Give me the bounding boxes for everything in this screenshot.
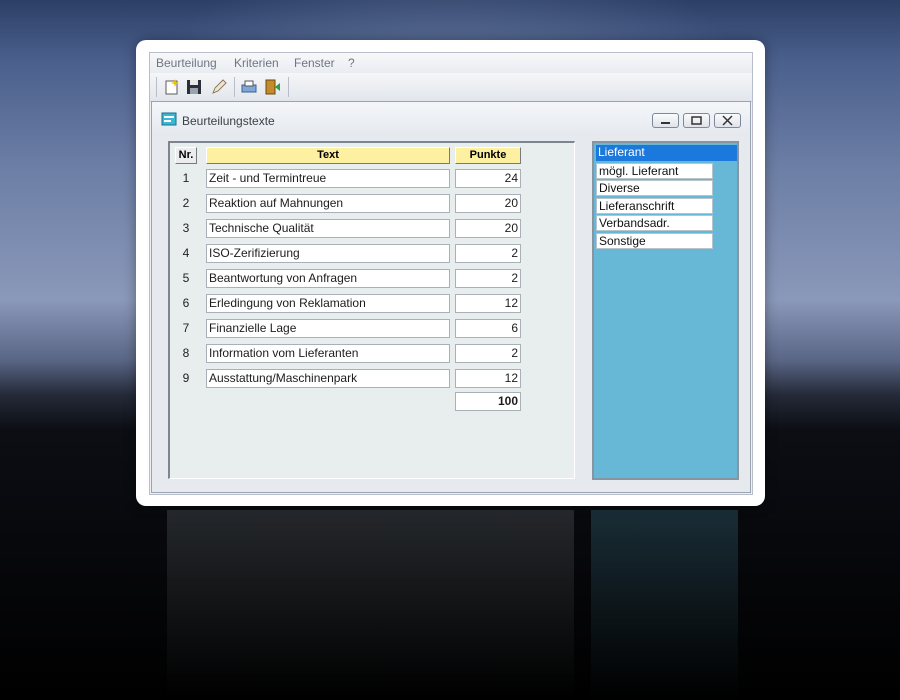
criterion-text-field[interactable]: Reaktion auf Mahnungen [206, 194, 450, 213]
criterion-points-field[interactable]: 2 [455, 244, 521, 263]
menu-bar: Beurteilung Kriterien Fenster ? [150, 53, 752, 73]
criterion-points-field[interactable]: 2 [455, 344, 521, 363]
category-item-moegl-lieferant[interactable]: mögl. Lieferant [596, 163, 713, 179]
criterion-points-field[interactable]: 20 [455, 219, 521, 238]
window-icon [161, 111, 177, 127]
criterion-points-field[interactable]: 6 [455, 319, 521, 338]
column-header-points[interactable]: Punkte [455, 147, 521, 164]
criterion-text-field[interactable]: Finanzielle Lage [206, 319, 450, 338]
window-reflection [151, 510, 751, 700]
window-titlebar[interactable]: Beurteilungstexte [152, 102, 750, 136]
category-item-lieferanschrift[interactable]: Lieferanschrift [596, 198, 713, 214]
column-header-text[interactable]: Text [206, 147, 450, 164]
category-item-verbandsadr[interactable]: Verbandsadr. [596, 215, 713, 231]
menu-kriterien[interactable]: Kriterien [234, 56, 279, 70]
minimize-button[interactable] [652, 113, 679, 128]
criterion-points-field[interactable]: 12 [455, 369, 521, 388]
row-number: 2 [182, 196, 190, 210]
criterion-text-field[interactable]: Technische Qualität [206, 219, 450, 238]
window-title: Beurteilungstexte [182, 114, 275, 128]
row-number: 6 [182, 296, 190, 310]
criterion-text-field[interactable]: Ausstattung/Maschinenpark [206, 369, 450, 388]
criterion-points-field[interactable]: 24 [455, 169, 521, 188]
menu-fenster[interactable]: Fenster [294, 56, 335, 70]
save-icon[interactable] [185, 78, 203, 96]
row-number: 1 [182, 171, 190, 185]
minimize-icon [661, 122, 670, 124]
toolbar [150, 73, 752, 102]
row-number: 4 [182, 246, 190, 260]
toolbar-separator [156, 77, 157, 97]
category-item-lieferant[interactable]: Lieferant [596, 145, 737, 161]
close-icon [722, 115, 733, 126]
row-number: 3 [182, 221, 190, 235]
toolbar-separator [288, 77, 289, 97]
menu-help[interactable]: ? [348, 56, 355, 70]
points-total: 100 [455, 392, 521, 411]
maximize-icon [691, 116, 702, 125]
toolbar-separator [234, 77, 235, 97]
close-button[interactable] [714, 113, 741, 128]
criterion-text-field[interactable]: Zeit - und Termintreue [206, 169, 450, 188]
beurteilungstexte-window: Beurteilungstexte Nr. Text Punkte 1 Zeit… [151, 101, 751, 493]
reflection-table [167, 510, 574, 700]
new-icon[interactable] [163, 78, 181, 96]
print-icon[interactable] [240, 78, 258, 96]
menu-beurteilung[interactable]: Beurteilung [156, 56, 217, 70]
row-number: 7 [182, 321, 190, 335]
row-number: 9 [182, 371, 190, 385]
criterion-points-field[interactable]: 20 [455, 194, 521, 213]
maximize-button[interactable] [683, 113, 710, 128]
row-number: 5 [182, 271, 190, 285]
criteria-table: Nr. Text Punkte 1 Zeit - und Termintreue… [168, 141, 575, 479]
edit-icon[interactable] [210, 78, 228, 96]
criterion-text-field[interactable]: Erledingung von Reklamation [206, 294, 450, 313]
category-item-sonstige[interactable]: Sonstige [596, 233, 713, 249]
category-item-diverse[interactable]: Diverse [596, 180, 713, 196]
exit-icon[interactable] [264, 78, 282, 96]
criterion-text-field[interactable]: Information vom Lieferanten [206, 344, 450, 363]
criterion-text-field[interactable]: ISO-Zerifizierung [206, 244, 450, 263]
reflection-list [591, 510, 738, 700]
category-list: Lieferant mögl. Lieferant Diverse Liefer… [592, 141, 739, 480]
criterion-points-field[interactable]: 12 [455, 294, 521, 313]
criterion-text-field[interactable]: Beantwortung von Anfragen [206, 269, 450, 288]
row-number: 8 [182, 346, 190, 360]
column-header-nr[interactable]: Nr. [175, 147, 197, 164]
criterion-points-field[interactable]: 2 [455, 269, 521, 288]
